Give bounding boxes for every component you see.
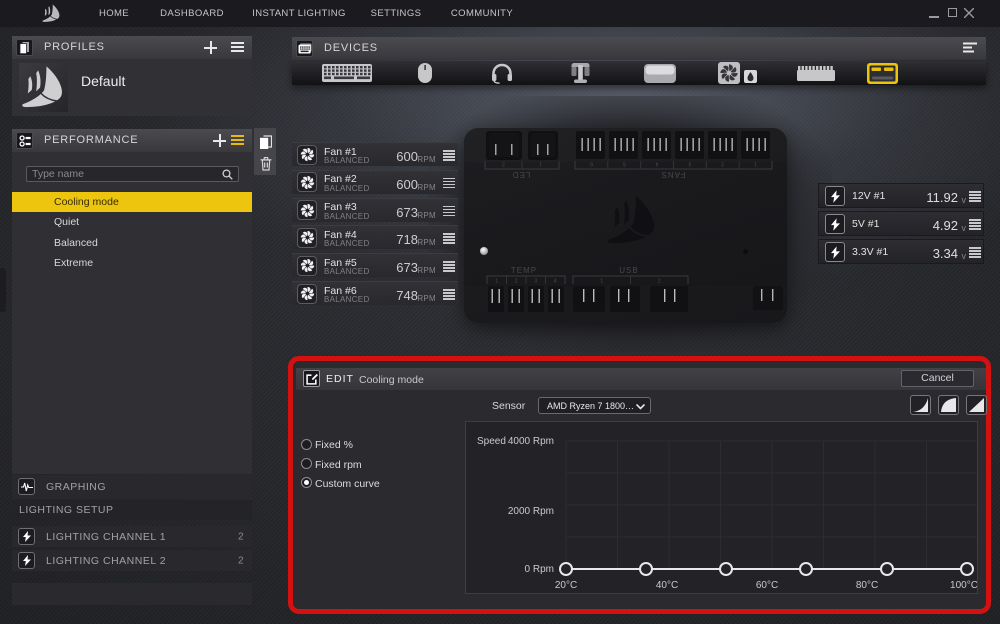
svg-text:1: 1 xyxy=(539,161,542,167)
svg-text:2000 Rpm: 2000 Rpm xyxy=(508,506,554,517)
svg-text:2: 2 xyxy=(658,279,661,285)
svg-text:USB: USB xyxy=(619,266,638,275)
svg-text:TEMP: TEMP xyxy=(511,266,537,275)
svg-text:100°C: 100°C xyxy=(950,580,978,591)
svg-text:FANS: FANS xyxy=(661,170,686,179)
svg-text:80°C: 80°C xyxy=(856,580,878,591)
svg-text:Speed: Speed xyxy=(477,436,506,447)
svg-text:4000 Rpm: 4000 Rpm xyxy=(508,436,554,447)
svg-text:0 Rpm: 0 Rpm xyxy=(525,564,554,575)
svg-text:3: 3 xyxy=(534,279,537,285)
svg-text:1: 1 xyxy=(495,279,498,285)
svg-text:40°C: 40°C xyxy=(656,580,678,591)
svg-text:1: 1 xyxy=(600,279,603,285)
svg-text:3: 3 xyxy=(688,161,691,167)
svg-text:4: 4 xyxy=(554,279,557,285)
svg-text:5: 5 xyxy=(623,161,626,167)
svg-text:2: 2 xyxy=(502,161,505,167)
svg-text:2: 2 xyxy=(515,279,518,285)
svg-text:4: 4 xyxy=(655,161,658,167)
svg-text:LED: LED xyxy=(512,170,531,179)
svg-text:20°C: 20°C xyxy=(555,580,577,591)
svg-text:1: 1 xyxy=(754,161,757,167)
svg-text:6: 6 xyxy=(590,161,593,167)
svg-text:2: 2 xyxy=(721,161,724,167)
svg-text:60°C: 60°C xyxy=(756,580,778,591)
